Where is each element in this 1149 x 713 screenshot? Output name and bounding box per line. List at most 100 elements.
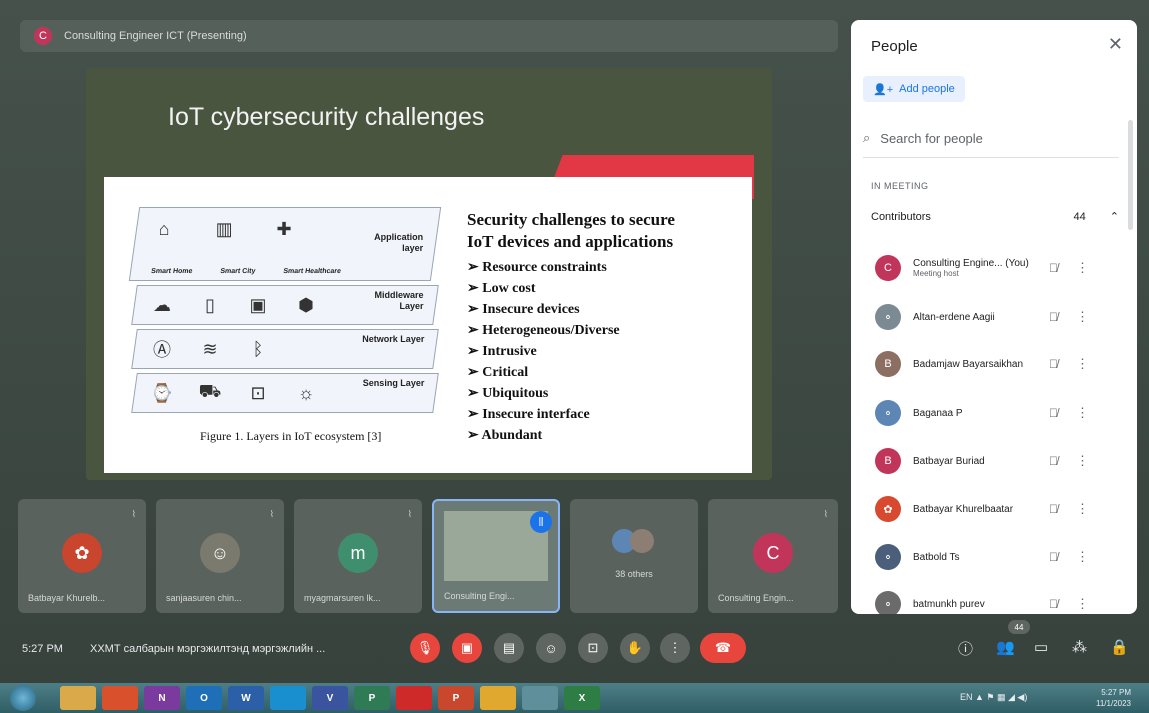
- more-options-icon[interactable]: ⋮: [1076, 501, 1089, 517]
- search-icon: ⌕: [863, 130, 871, 145]
- host-controls-icon[interactable]: 🔒: [1110, 638, 1129, 656]
- cloud-icon: ☁: [153, 294, 171, 315]
- participant-tile[interactable]: ⌇ ☺ sanjaasuren chin...: [156, 499, 284, 613]
- antenna-icon: Ⓐ: [153, 340, 171, 360]
- present-button[interactable]: ⊡: [578, 633, 608, 663]
- panel-title: People: [871, 38, 918, 55]
- avatar: ✿: [875, 496, 901, 522]
- list-item: ➢ Low cost: [467, 281, 536, 296]
- project-icon[interactable]: P: [354, 686, 390, 710]
- person-name: Batbayar Buriad: [913, 455, 985, 467]
- sensing-layer: ⌚ ⛟ ⊡ ☼ Sensing Layer: [131, 373, 439, 413]
- more-options-icon: ⋮: [668, 640, 682, 655]
- chat-icon[interactable]: ▭: [1034, 638, 1048, 656]
- info-icon[interactable]: ⓘ: [958, 638, 973, 659]
- close-icon[interactable]: ✕: [1108, 34, 1123, 55]
- avatar: B: [875, 351, 901, 377]
- word-icon[interactable]: W: [228, 686, 264, 710]
- onenote-icon[interactable]: N: [144, 686, 180, 710]
- explorer-icon[interactable]: [60, 686, 96, 710]
- list-item[interactable]: C Consulting Engine... (You) Meeting hos…: [875, 248, 1115, 288]
- mic-off-icon[interactable]: 🎙̸: [1049, 550, 1058, 564]
- more-options-button[interactable]: ⋮: [660, 633, 690, 663]
- mic-off-icon[interactable]: 🎙̸: [1049, 597, 1058, 611]
- search-input[interactable]: ⌕ Search for people: [863, 119, 1119, 158]
- raise-hand-button[interactable]: ✋: [620, 633, 650, 663]
- participant-tile[interactable]: ⌇ ✿ Batbayar Khurelb...: [18, 499, 146, 613]
- participant-tile[interactable]: ⌇ C Consulting Engin...: [708, 499, 838, 613]
- mic-off-icon[interactable]: 🎙̸: [1049, 357, 1058, 371]
- scrollbar[interactable]: [1128, 120, 1133, 230]
- edge-icon[interactable]: [270, 686, 306, 710]
- participant-name: Batbayar Khurelb...: [28, 593, 106, 603]
- list-item[interactable]: ⚬ batmunkh purev 🎙̸ ⋮: [875, 584, 1115, 614]
- mic-toggle-button[interactable]: 🎙: [410, 633, 440, 663]
- presenter-bar: C Consulting Engineer ICT (Presenting): [20, 20, 838, 52]
- smart-home-icon: ⌂: [158, 218, 170, 239]
- list-item: ➢ Critical: [467, 365, 529, 380]
- mic-off-icon[interactable]: 🎙̸: [1049, 454, 1058, 468]
- list-item[interactable]: ⚬ Batbold Ts 🎙̸ ⋮: [875, 537, 1115, 577]
- mic-off-icon[interactable]: 🎙̸: [1049, 502, 1058, 516]
- in-meeting-heading: IN MEETING: [871, 181, 929, 191]
- more-options-icon[interactable]: ⋮: [1076, 260, 1089, 276]
- avatar: ✿: [62, 533, 102, 573]
- iot-layers-figure: ⌂ ▥ ✚ Application layer Smart Home Smart…: [128, 207, 444, 417]
- others-tile[interactable]: 38 others: [570, 499, 698, 613]
- list-item[interactable]: B Batbayar Buriad 🎙̸ ⋮: [875, 441, 1115, 481]
- more-options-icon[interactable]: ⋮: [1076, 596, 1089, 612]
- smart-home-label: Smart Home: [150, 268, 193, 275]
- list-item[interactable]: ⚬ Altan-erdene Aagii 🎙̸ ⋮: [875, 297, 1115, 337]
- add-people-label: Add people: [899, 83, 955, 95]
- more-options-icon[interactable]: ⋮: [1076, 405, 1089, 421]
- presenter-avatar: C: [34, 27, 52, 45]
- media-player-icon[interactable]: [102, 686, 138, 710]
- reactions-button[interactable]: ☺: [536, 633, 566, 663]
- system-tray[interactable]: EN ▲ ⚑ ▦ ◢ ◀): [960, 692, 1027, 703]
- bluetooth-icon: ᛒ: [252, 338, 264, 359]
- more-options-icon[interactable]: ⋮: [1076, 453, 1089, 469]
- contributors-section-toggle[interactable]: Contributors 44 ⌃: [871, 210, 1119, 224]
- captions-button[interactable]: ▤: [494, 633, 524, 663]
- contributors-label: Contributors: [871, 210, 931, 223]
- app-icon[interactable]: [522, 686, 558, 710]
- people-icon[interactable]: 👥: [996, 638, 1015, 656]
- app-labels: Smart Home Smart City Smart Healthcare: [151, 268, 342, 275]
- excel-icon[interactable]: X: [564, 686, 600, 710]
- car-icon: ⛟: [198, 381, 222, 401]
- activities-icon[interactable]: ⁂: [1072, 638, 1087, 656]
- security-heading-line1: Security challenges to secure: [467, 210, 675, 229]
- hand-icon: ✋: [626, 640, 644, 655]
- person-name: Altan-erdene Aagii: [913, 311, 995, 323]
- presentation-tile[interactable]: ⫼ Consulting Engi...: [432, 499, 560, 613]
- participant-tile[interactable]: ⌇ m myagmarsuren lk...: [294, 499, 422, 613]
- chrome-icon[interactable]: [480, 686, 516, 710]
- list-item: ➢ Heterogeneous/Diverse: [467, 323, 620, 338]
- add-person-icon: 👤+: [873, 83, 894, 96]
- more-options-icon[interactable]: ⋮: [1076, 549, 1089, 565]
- mic-off-icon[interactable]: 🎙̸: [1049, 310, 1058, 324]
- visio-icon[interactable]: V: [312, 686, 348, 710]
- taskbar: N O W V P P X EN ▲ ⚑ ▦ ◢ ◀) 5:27 PM 11/1…: [0, 683, 1149, 713]
- powerpoint-icon[interactable]: P: [438, 686, 474, 710]
- add-people-button[interactable]: 👤+ Add people: [863, 76, 965, 102]
- leave-call-button[interactable]: ☎: [700, 633, 746, 663]
- list-item[interactable]: ⚬ Baganaa P 🎙̸ ⋮: [875, 393, 1115, 433]
- list-item[interactable]: ✿ Batbayar Khurelbaatar 🎙̸ ⋮: [875, 489, 1115, 529]
- list-item[interactable]: B Badamjaw Bayarsaikhan 🎙̸ ⋮: [875, 344, 1115, 384]
- person-name: Badamjaw Bayarsaikhan: [913, 358, 1024, 370]
- mic-off-icon[interactable]: 🎙̸: [1049, 406, 1058, 420]
- mic-off-icon: ⌇: [269, 509, 274, 519]
- database-icon: ▯: [205, 294, 215, 315]
- more-options-icon[interactable]: ⋮: [1076, 309, 1089, 325]
- camera-toggle-button[interactable]: ▣: [452, 633, 482, 663]
- list-item: ➢ Ubiquitous: [467, 386, 549, 401]
- list-item: ➢ Resource constraints: [467, 260, 607, 275]
- sensing-layer-label: Sensing Layer: [362, 378, 425, 388]
- more-options-icon[interactable]: ⋮: [1076, 356, 1089, 372]
- clock[interactable]: 5:27 PM 11/1/2023: [1096, 687, 1131, 709]
- outlook-icon[interactable]: O: [186, 686, 222, 710]
- mic-off-icon[interactable]: 🎙̸: [1049, 261, 1058, 275]
- start-button[interactable]: [10, 685, 36, 711]
- pdf-icon[interactable]: [396, 686, 432, 710]
